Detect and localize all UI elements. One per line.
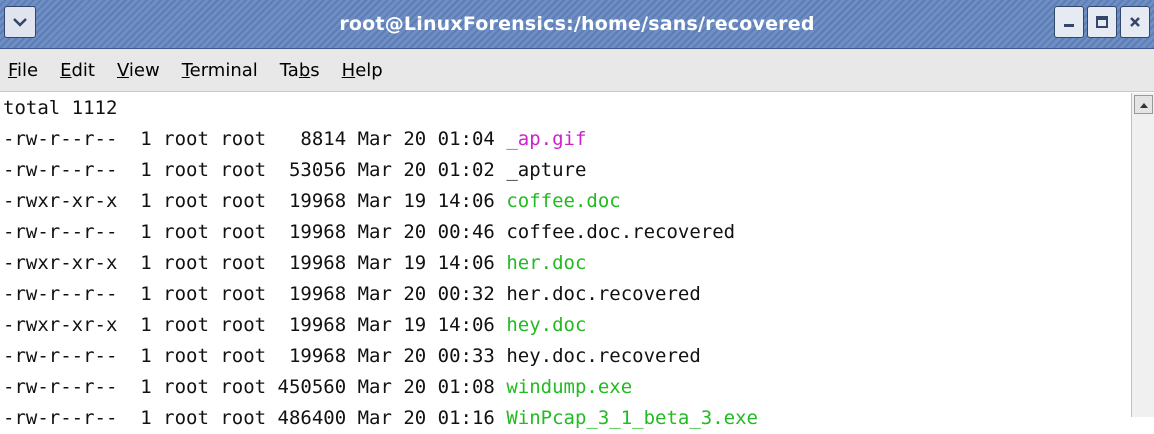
menu-item-mnemonic: E	[60, 59, 72, 81]
file-listing-row: -rw-r--r-- 1 root root 486400 Mar 20 01:…	[3, 403, 1130, 434]
menu-item-label: dit	[71, 59, 95, 81]
vertical-scrollbar[interactable]	[1131, 93, 1154, 417]
file-name: coffee.doc.recovered	[506, 221, 736, 243]
file-meta: -rw-r--r-- 1 root root 53056 Mar 20 01:0…	[3, 159, 507, 181]
file-name: _ap.gif	[506, 128, 587, 150]
terminal-window: root@LinuxForensics:/home/sans/recovered…	[0, 0, 1154, 429]
minimize-button[interactable]	[1054, 6, 1084, 38]
menu-item-label: elp	[355, 59, 383, 81]
menu-item[interactable]: View	[117, 60, 160, 81]
file-meta: -rwxr-xr-x 1 root root 19968 Mar 19 14:0…	[3, 190, 507, 212]
file-listing-row: -rw-r--r-- 1 root root 19968 Mar 20 00:3…	[3, 341, 1130, 372]
menu-item[interactable]: Terminal	[182, 60, 258, 81]
file-meta: -rw-r--r-- 1 root root 19968 Mar 20 00:3…	[3, 283, 507, 305]
file-listing-row: -rw-r--r-- 1 root root 8814 Mar 20 01:04…	[3, 124, 1130, 155]
file-meta: -rwxr-xr-x 1 root root 19968 Mar 19 14:0…	[3, 314, 507, 336]
file-name: coffee.doc	[506, 190, 621, 212]
file-meta: -rw-r--r-- 1 root root 450560 Mar 20 01:…	[3, 376, 507, 398]
file-meta: -rw-r--r-- 1 root root 19968 Mar 20 00:4…	[3, 221, 507, 243]
menu-item-label: s	[310, 59, 320, 81]
menu-item-label: ile	[17, 59, 39, 81]
maximize-button[interactable]	[1087, 6, 1117, 38]
file-listing-row: -rw-r--r-- 1 root root 53056 Mar 20 01:0…	[3, 155, 1130, 186]
file-name: hey.doc	[506, 314, 587, 336]
file-listing-row: -rwxr-xr-x 1 root root 19968 Mar 19 14:0…	[3, 248, 1130, 279]
menu-item[interactable]: Help	[342, 60, 383, 81]
window-title: root@LinuxForensics:/home/sans/recovered	[339, 13, 815, 35]
scroll-up-button[interactable]	[1134, 95, 1153, 114]
file-name: her.doc	[506, 252, 587, 274]
menu-item-mnemonic: F	[8, 59, 18, 81]
file-meta: -rw-r--r-- 1 root root 486400 Mar 20 01:…	[3, 407, 507, 429]
file-name: WinPcap_3_1_beta_3.exe	[506, 407, 758, 429]
menu-item[interactable]: Edit	[60, 60, 95, 81]
menu-item-mnemonic: H	[341, 59, 356, 81]
menu-item-label: iew	[128, 59, 160, 81]
title-bar[interactable]: root@LinuxForensics:/home/sans/recovered	[0, 0, 1154, 49]
file-listing-row: -rw-r--r-- 1 root root 19968 Mar 20 00:3…	[3, 279, 1130, 310]
close-button[interactable]	[1120, 6, 1150, 38]
terminal-output[interactable]: total 1112 -rw-r--r-- 1 root root 8814 M…	[0, 93, 1130, 429]
file-name: _apture	[506, 159, 587, 181]
file-listing-row: -rwxr-xr-x 1 root root 19968 Mar 19 14:0…	[3, 186, 1130, 217]
file-listing-row: -rwxr-xr-x 1 root root 19968 Mar 19 14:0…	[3, 310, 1130, 341]
file-listing-row: -rw-r--r-- 1 root root 19968 Mar 20 00:4…	[3, 217, 1130, 248]
menu-item-mnemonic: V	[116, 59, 129, 81]
file-meta: -rwxr-xr-x 1 root root 19968 Mar 19 14:0…	[3, 252, 507, 274]
menu-item-label: erminal	[189, 59, 258, 81]
file-meta: -rw-r--r-- 1 root root 19968 Mar 20 00:3…	[3, 345, 507, 367]
menu-item[interactable]: Tabs	[280, 60, 320, 81]
menu-item-mnemonic: T	[181, 59, 190, 81]
menu-item-mnemonic: b	[298, 59, 311, 81]
minimize-icon	[1064, 24, 1074, 27]
menu-bar: File Edit View Terminal Tabs Help	[0, 49, 1154, 92]
file-meta: -rw-r--r-- 1 root root 8814 Mar 20 01:04	[3, 128, 507, 150]
menu-item-label: Ta	[279, 59, 299, 81]
file-name: windump.exe	[506, 376, 633, 398]
close-icon	[1130, 17, 1140, 27]
menu-item[interactable]: File	[8, 60, 38, 81]
terminal-total-line: total 1112	[3, 97, 118, 119]
file-listing-row: -rw-r--r-- 1 root root 450560 Mar 20 01:…	[3, 372, 1130, 403]
maximize-icon	[1096, 16, 1108, 28]
file-name: hey.doc.recovered	[506, 345, 701, 367]
arrow-up-icon	[1139, 102, 1148, 108]
file-name: her.doc.recovered	[506, 283, 701, 305]
